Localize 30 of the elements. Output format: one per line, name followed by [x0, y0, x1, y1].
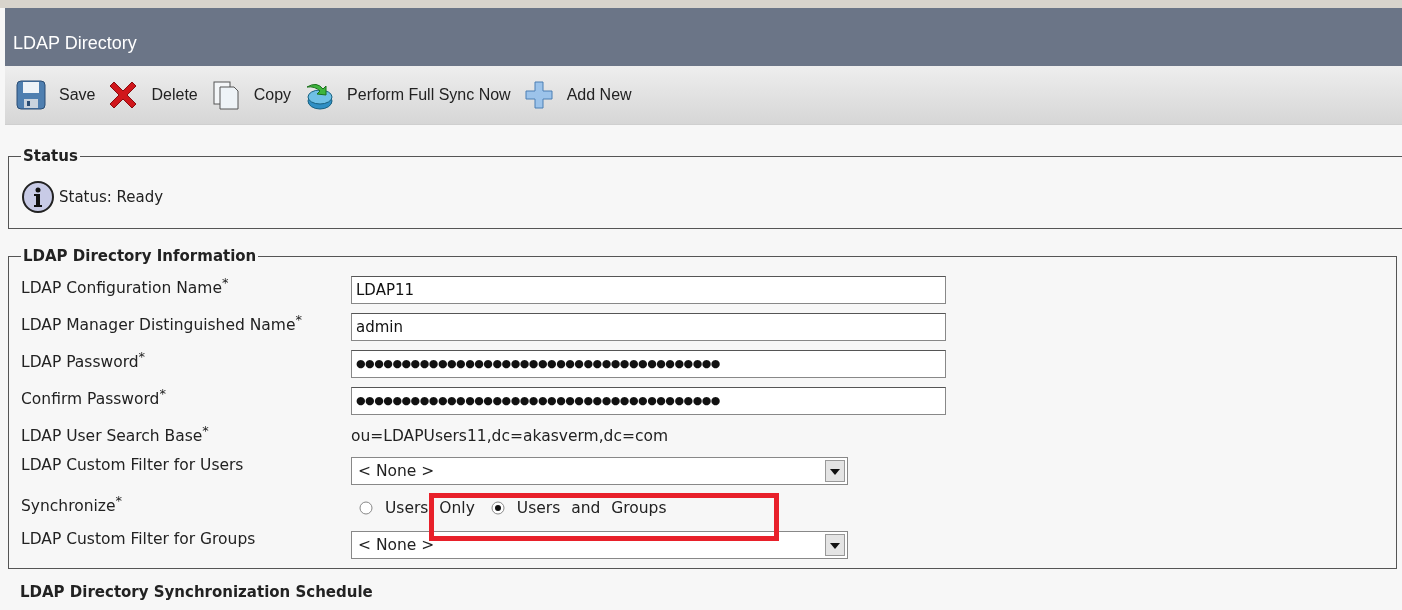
field-label: LDAP Manager Distinguished Name$^{*}$	[21, 311, 303, 335]
field-label: LDAP Custom Filter for Groups	[21, 529, 257, 548]
text-field[interactable]: admin	[351, 312, 946, 341]
delete-button[interactable]: Delete	[107, 79, 198, 111]
field-label: Synchronize$^{*}$	[21, 492, 123, 516]
sync-button[interactable]: Perform Full Sync Now	[303, 79, 511, 111]
password-field[interactable]: ●●●●●●●●●●●●●●●●●●●●●●●●●●●●●●●●●●●●●●●●	[351, 349, 946, 378]
plus-icon	[522, 79, 555, 111]
field-value: ou=LDAPUsers11,dc=akasverm,dc=com	[351, 426, 668, 445]
field-label: LDAP Custom Filter for Users	[21, 455, 245, 474]
field-label: LDAP User Search Base$^{*}$	[21, 422, 210, 446]
status-text: Status: Ready	[59, 187, 164, 206]
field-label: LDAP Configuration Name$^{*}$	[21, 274, 230, 298]
field-label: Confirm Password$^{*}$	[21, 385, 167, 409]
section-title: LDAP Directory Synchronization Schedule	[20, 583, 374, 601]
radio-option[interactable]: Users Only	[359, 498, 475, 517]
radio-button[interactable]	[490, 500, 505, 515]
add-button[interactable]: Add New	[522, 79, 632, 111]
text-field[interactable]: LDAP11	[351, 275, 946, 304]
field-label: LDAP Password$^{*}$	[21, 348, 147, 372]
radio-option[interactable]: Users and Groups	[490, 498, 667, 517]
page-title: LDAP Directory	[13, 33, 137, 54]
password-field[interactable]: ●●●●●●●●●●●●●●●●●●●●●●●●●●●●●●●●●●●●●●●●	[351, 386, 946, 415]
copy-button[interactable]: Copy	[209, 79, 292, 111]
info-icon	[21, 179, 55, 214]
section-title: LDAP Directory Information	[22, 247, 258, 265]
radio-button[interactable]	[359, 500, 373, 515]
section-title: Status	[22, 147, 79, 165]
save-button[interactable]: Save	[15, 79, 96, 111]
dropdown[interactable]: < None >	[351, 456, 848, 485]
